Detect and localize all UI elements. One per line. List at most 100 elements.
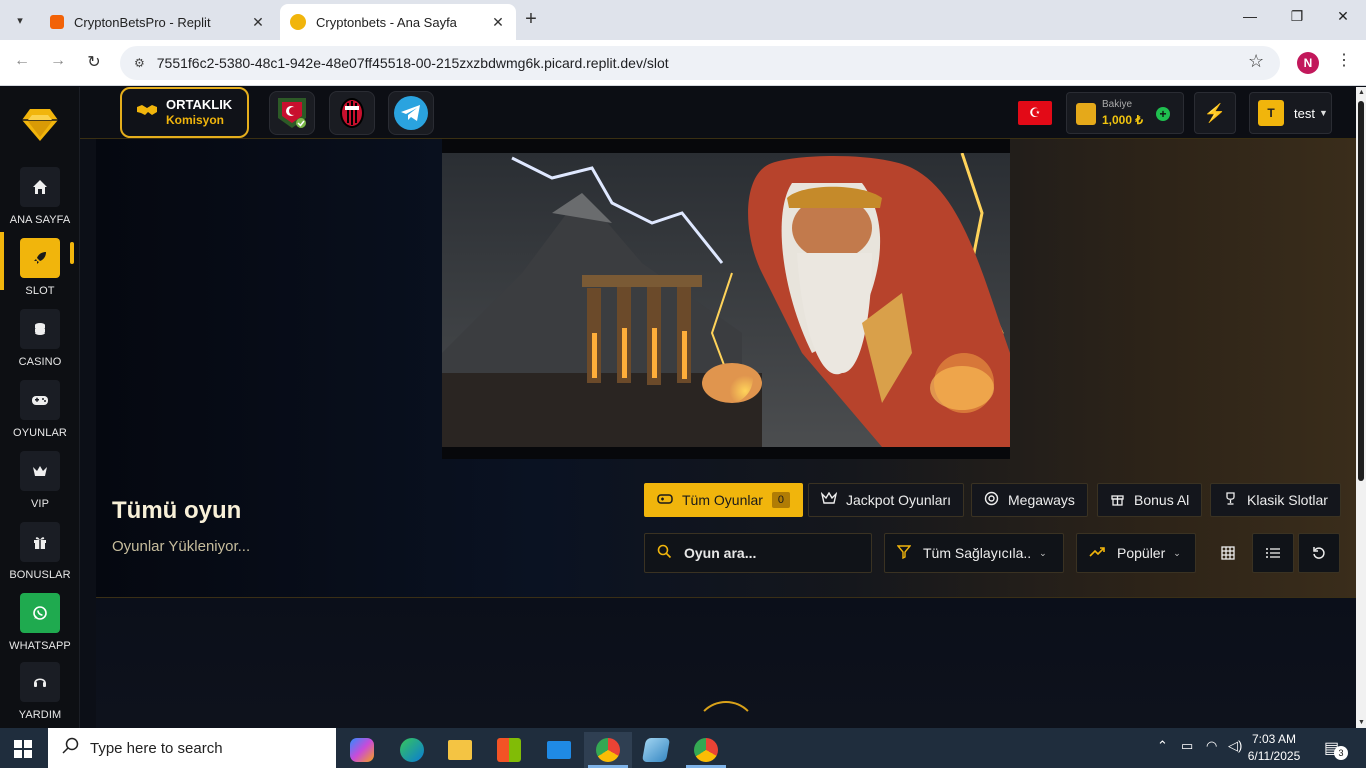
lightning-button[interactable]: ⚡	[1194, 92, 1236, 134]
chevron-down-icon: ⌄	[1039, 547, 1047, 558]
sidebar-item-ana-sayfa[interactable]: ANA SAYFA	[0, 167, 80, 233]
new-tab-button[interactable]: +	[520, 8, 542, 31]
sidebar-item-vip[interactable]: VIP	[0, 451, 80, 517]
loading-spinner	[694, 701, 758, 728]
game-search[interactable]	[644, 533, 872, 573]
telegram-icon	[394, 96, 428, 130]
minimize-window-icon[interactable]: —	[1240, 8, 1260, 24]
browser-tab-replit[interactable]: CryptonBetsPro - Replit ✕	[40, 4, 276, 40]
taskbar-mail[interactable]	[535, 732, 583, 768]
site-logo-icon[interactable]	[21, 107, 59, 143]
app-window-icon	[641, 738, 671, 762]
zeus-banner-image[interactable]	[442, 153, 1010, 447]
sidebar-item-label: BONUSLAR	[9, 569, 71, 581]
handshake-icon	[136, 103, 158, 122]
sidebar-item-label: ANA SAYFA	[9, 214, 71, 226]
tab-megaways[interactable]: Megaways	[971, 483, 1088, 517]
partnership-subtitle: Komisyon	[166, 113, 225, 127]
sidebar-item-slot[interactable]: SLOT	[0, 232, 80, 304]
search-input[interactable]	[684, 545, 854, 561]
hero-section: Tümü oyun Oyunlar Yükleniyor... Tüm Oyun…	[96, 139, 1356, 598]
list-view-button[interactable]	[1252, 533, 1294, 573]
sidebar-item-label: WHATSAPP	[9, 640, 71, 652]
gamepad-icon	[657, 492, 673, 508]
refresh-button[interactable]	[1298, 533, 1340, 573]
balance-value: 1,000 ₺	[1102, 113, 1143, 127]
forward-arrow-icon[interactable]: →	[46, 52, 70, 70]
page-title: Tümü oyun	[112, 497, 242, 524]
sidebar-item-label: VIP	[30, 498, 50, 510]
taskbar-app[interactable]	[632, 732, 680, 768]
taskbar-search-box[interactable]: Type here to search	[48, 728, 336, 768]
close-tab-icon[interactable]: ✕	[250, 14, 266, 31]
bookmark-star-icon[interactable]: ☆	[1248, 51, 1264, 72]
sort-label: Popüler	[1117, 545, 1166, 561]
show-hidden-icons-chevron-icon[interactable]: ⌃	[1157, 738, 1168, 754]
browser-tab-cryptonbets[interactable]: Cryptonbets - Ana Sayfa ✕	[280, 4, 516, 40]
battery-icon[interactable]: ▭	[1181, 738, 1193, 754]
tab-label: Klasik Slotlar	[1247, 492, 1328, 508]
partnership-button[interactable]: ORTAKLIK Komisyon	[120, 87, 249, 138]
refresh-icon	[1313, 547, 1325, 559]
sidebar-item-casino[interactable]: CASINO	[0, 309, 80, 375]
tab-label: Jackpot Oyunları	[846, 492, 952, 508]
browser-menu-icon[interactable]: ⋮	[1336, 50, 1352, 70]
turkey-flag-icon[interactable]: ☪	[1018, 101, 1052, 125]
taskbar-chrome-active[interactable]	[584, 732, 632, 768]
sort-dropdown[interactable]: Popüler ⌄	[1076, 533, 1196, 573]
close-tab-icon[interactable]: ✕	[490, 14, 506, 31]
balance-label: Bakiye	[1102, 99, 1133, 110]
taskbar-chrome[interactable]	[682, 732, 730, 768]
tab-bonus-buy[interactable]: Bonus Al	[1097, 483, 1203, 517]
trending-up-icon	[1089, 545, 1105, 561]
mail-icon	[547, 741, 571, 759]
store-icon	[497, 738, 521, 762]
tab-all-games[interactable]: Tüm Oyunlar 0	[644, 483, 804, 517]
tab-jackpot-games[interactable]: Jackpot Oyunları	[808, 483, 965, 517]
volume-icon[interactable]: ◁)	[1228, 738, 1242, 754]
tab-title: Cryptonbets - Ana Sayfa	[316, 14, 457, 30]
user-avatar: T	[1258, 100, 1284, 126]
tab-label: Megaways	[1008, 492, 1075, 508]
close-window-icon[interactable]: ✕	[1333, 8, 1353, 25]
site-info-icon[interactable]: ⚙	[134, 56, 145, 70]
windows-start-icon[interactable]	[14, 740, 32, 758]
tab-classic-slots[interactable]: Klasik Slotlar	[1210, 483, 1341, 517]
page-scrollbar[interactable]: ▲ ▼	[1356, 87, 1366, 728]
scroll-up-arrow-icon[interactable]: ▲	[1358, 89, 1365, 96]
chevron-down-icon: ▼	[1318, 108, 1328, 118]
team-badge-link[interactable]	[329, 91, 375, 135]
sidebar-item-oyunlar[interactable]: OYUNLAR	[0, 380, 80, 446]
grid-view-button[interactable]	[1207, 533, 1249, 573]
windows-taskbar: Type here to search ⌃ ▭ ◠ ◁) 7:03 AM 6/1…	[0, 728, 1366, 768]
tab-search-menu-button[interactable]: ▾	[8, 8, 32, 32]
restore-window-icon[interactable]: ❐	[1287, 8, 1307, 25]
scrollbar-thumb[interactable]	[1358, 101, 1364, 481]
loading-text: Oyunlar Yükleniyor...	[112, 538, 251, 555]
sidebar-item-yardim[interactable]: YARDIM	[0, 662, 80, 728]
address-bar[interactable]: ⚙ 7551f6c2-5380-48c1-942e-48e07ff45518-0…	[120, 46, 1280, 80]
sidebar-item-bonuslar[interactable]: BONUSLAR	[0, 522, 80, 588]
taskbar-file-explorer[interactable]	[436, 732, 484, 768]
back-arrow-icon[interactable]: ←	[10, 52, 34, 70]
wifi-icon[interactable]: ◠	[1206, 738, 1217, 754]
reload-icon[interactable]: ↻	[82, 52, 106, 72]
user-menu[interactable]: T test ▼	[1249, 92, 1332, 134]
provider-filter-dropdown[interactable]: Tüm Sağlayıcıla.. ⌄	[884, 533, 1064, 573]
taskbar-edge[interactable]	[388, 732, 436, 768]
telegram-link[interactable]	[388, 91, 434, 135]
taskbar-copilot[interactable]	[338, 732, 386, 768]
team-badge-link[interactable]	[269, 91, 315, 135]
chrome-icon	[694, 738, 718, 762]
scroll-down-arrow-icon[interactable]: ▼	[1358, 719, 1365, 726]
browser-profile-avatar[interactable]: N	[1297, 52, 1319, 74]
clock-time: 7:03 AM	[1251, 732, 1297, 746]
taskbar-clock[interactable]: 7:03 AM 6/11/2025	[1244, 731, 1304, 765]
balance-widget[interactable]: Bakiye 1,000 ₺ +	[1066, 92, 1184, 134]
notification-center-icon[interactable]: ▤ 3	[1324, 738, 1348, 760]
whatsapp-icon	[20, 593, 60, 633]
deposit-plus-icon[interactable]: +	[1156, 107, 1170, 121]
sidebar-item-whatsapp[interactable]: WHATSAPP	[0, 593, 80, 659]
taskbar-store[interactable]	[485, 732, 533, 768]
tab-label: Tüm Oyunlar	[682, 492, 763, 508]
